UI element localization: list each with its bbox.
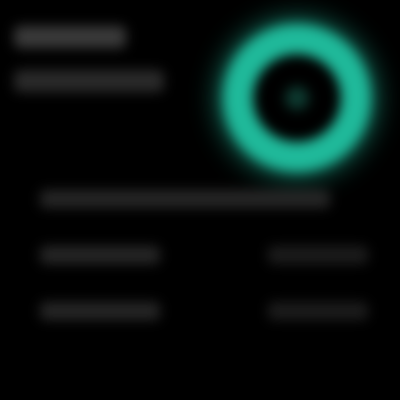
item-list [30, 178, 370, 348]
list-item[interactable] [30, 178, 370, 218]
list-item-label [40, 246, 160, 264]
list-item-label [40, 190, 330, 208]
ring-center [285, 86, 309, 110]
list-item-value [268, 246, 368, 264]
app-screen [0, 0, 400, 400]
list-item[interactable] [30, 290, 370, 330]
list-item-label [40, 302, 160, 320]
page-subtitle [14, 70, 164, 92]
progress-ring [205, 22, 385, 172]
list-item[interactable] [30, 234, 370, 274]
page-title [14, 26, 126, 48]
list-item-value [268, 302, 368, 320]
